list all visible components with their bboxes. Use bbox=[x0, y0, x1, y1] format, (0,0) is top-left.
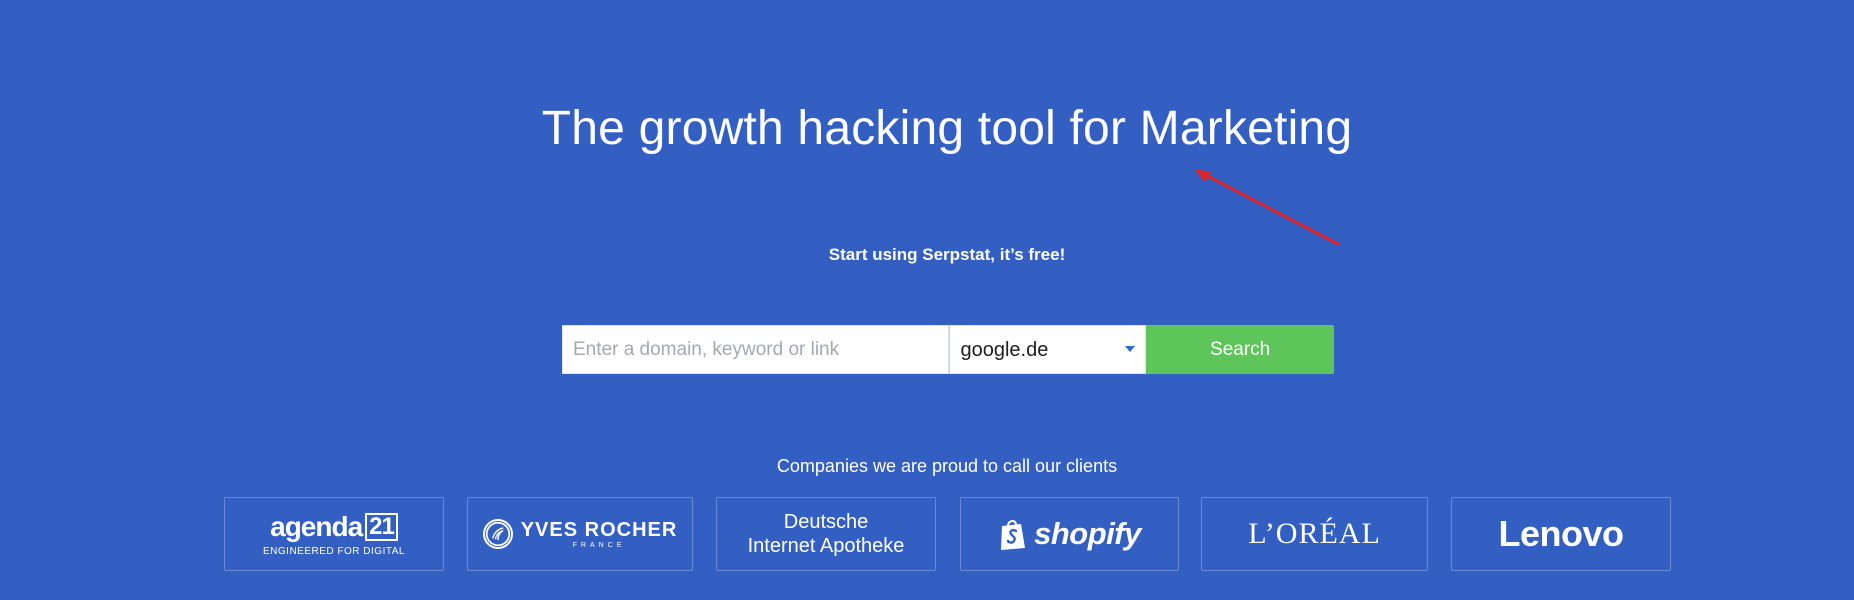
search-engine-select[interactable]: google.de bbox=[948, 325, 1147, 374]
page-title: The growth hacking tool for Marketing bbox=[541, 102, 1353, 155]
yves-rocher-sub: FRANCE bbox=[572, 542, 626, 549]
shopify-bag-icon bbox=[1001, 520, 1026, 550]
yves-rocher-emblem-icon bbox=[482, 519, 513, 549]
search-button[interactable]: Search bbox=[1146, 325, 1334, 374]
client-logo-shopify: shopify bbox=[960, 497, 1179, 571]
clients-caption: Companies we are proud to call our clien… bbox=[776, 456, 1118, 476]
loreal-wordmark: L’ORÉAL bbox=[1248, 517, 1381, 550]
apotheke-line-2: Internet Apotheke bbox=[747, 535, 905, 557]
agenda21-tagline: ENGINEERED FOR DIGITAL bbox=[263, 545, 405, 557]
client-logo-loreal: L’ORÉAL bbox=[1201, 497, 1428, 571]
client-logo-agenda21: agenda 21 ENGINEERED FOR DIGITAL bbox=[224, 497, 444, 571]
client-logo-yves-rocher: YVES ROCHER FRANCE bbox=[467, 497, 693, 571]
client-logo-deutsche-internet-apotheke: Deutsche Internet Apotheke bbox=[716, 497, 936, 571]
client-logo-lenovo: Lenovo bbox=[1451, 497, 1671, 571]
apotheke-line-1: Deutsche bbox=[783, 511, 869, 533]
subtitle: Start using Serpstat, it’s free! bbox=[828, 245, 1066, 264]
shopify-wordmark: shopify bbox=[1034, 516, 1141, 551]
chevron-down-icon bbox=[1125, 346, 1136, 352]
search-input[interactable] bbox=[562, 325, 949, 374]
search-engine-value: google.de bbox=[960, 339, 1049, 361]
yves-rocher-wordmark: YVES ROCHER bbox=[520, 519, 678, 541]
search-form: google.de Search bbox=[562, 325, 1334, 374]
agenda21-wordmark: agenda 21 bbox=[270, 511, 398, 542]
lenovo-wordmark: Lenovo bbox=[1498, 513, 1624, 554]
hero-section: The growth hacking tool for Marketing St… bbox=[0, 0, 1854, 600]
